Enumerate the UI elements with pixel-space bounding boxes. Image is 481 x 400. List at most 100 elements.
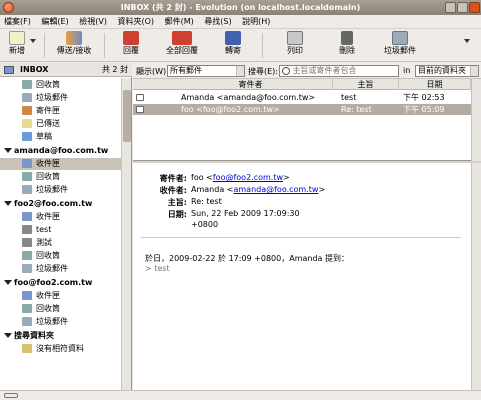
folder-no-match[interactable]: 沒有相符資料 (0, 343, 122, 355)
to-email-link[interactable]: amanda@foo.com.tw (233, 185, 318, 194)
column-date[interactable]: 日期 (399, 79, 471, 90)
column-subject[interactable]: 主旨 (333, 79, 399, 90)
message-list-header: 寄件者 主旨 日期 (133, 79, 471, 90)
message-preview: 寄件者: foo <foo@foo2.com.tw> 收件者: Amanda <… (133, 163, 481, 390)
show-label: 顯示(W): (136, 67, 169, 76)
menu-help[interactable]: 說明(H) (238, 15, 274, 29)
search-input[interactable]: 主旨或寄件者包含 (279, 65, 399, 77)
account-foo[interactable]: foo@foo2.com.tw (0, 277, 122, 289)
sent-icon (22, 119, 32, 128)
expand-icon[interactable] (4, 148, 12, 153)
folder-outbox[interactable]: 寄件匣 (0, 105, 122, 117)
junk-button[interactable]: 垃圾郵件 (380, 31, 420, 60)
folder-trash-foo[interactable]: 回收筒 (0, 303, 122, 315)
body-attribution: 於日，2009-02-22 於 17:09 +0800，Amanda 提到： (145, 254, 349, 263)
account-amanda[interactable]: amanda@foo.com.tw (0, 145, 122, 157)
trash-icon (341, 31, 353, 45)
window-title: INBOX (共 2 封) - Evolution (on localhost.… (120, 3, 361, 12)
toolbar-separator (104, 33, 105, 58)
folder-inbox-amanda[interactable]: 收件匣 (0, 158, 122, 170)
toolbar-overflow-button[interactable] (460, 31, 474, 60)
close-icon[interactable] (469, 2, 480, 13)
folder-drafts[interactable]: 草稿 (0, 131, 122, 143)
menu-view[interactable]: 檢視(V) (75, 15, 111, 29)
folder-trash[interactable]: 回收筒 (0, 79, 122, 91)
folder-junk-amanda[interactable]: 垃圾郵件 (0, 184, 122, 196)
junk-icon (392, 31, 408, 45)
window-menu-icon[interactable] (3, 2, 14, 13)
new-dropdown-button[interactable] (30, 31, 40, 60)
chevron-down-icon (470, 66, 478, 76)
folder-inbox-foo[interactable]: 收件匣 (0, 290, 122, 302)
message-list: 寄件者 主旨 日期 Amanda <amanda@foo.com.tw> tes… (133, 79, 481, 161)
trash-icon (22, 80, 32, 89)
message-list-scrollbar[interactable] (471, 79, 481, 161)
folder-trash-amanda[interactable]: 回收筒 (0, 171, 122, 183)
search-bar: 顯示(W): 所有郵件 搜尋(E): 主旨或寄件者包含 in 目前的資料夾 (133, 63, 481, 79)
title-bar: INBOX (共 2 封) - Evolution (on localhost.… (0, 0, 481, 15)
menu-edit[interactable]: 編輯(E) (37, 15, 72, 29)
folder-trash-foo2[interactable]: 回收筒 (0, 250, 122, 262)
send-receive-button[interactable]: 傳送/接收 (52, 31, 96, 60)
toolbar-separator (262, 33, 263, 58)
subject-value: Re: test (191, 197, 222, 206)
outbox-icon (22, 106, 32, 115)
forward-button[interactable]: 轉寄 (218, 31, 248, 60)
toolbar-separator (44, 33, 45, 58)
printer-icon (287, 31, 303, 45)
new-mail-icon (9, 31, 25, 45)
maximize-icon[interactable] (457, 2, 468, 13)
account-foo2[interactable]: foo2@foo.com.tw (0, 198, 122, 210)
from-email-link[interactable]: foo@foo2.com.tw (213, 173, 283, 182)
reply-button[interactable]: 回覆 (116, 31, 146, 60)
new-button[interactable]: 新增 (2, 31, 32, 60)
send-receive-icon (66, 31, 82, 45)
reply-all-button[interactable]: 全部回覆 (160, 31, 204, 60)
folder-inbox-foo2[interactable]: 收件匣 (0, 211, 122, 223)
print-button[interactable]: 列印 (280, 31, 310, 60)
inbox-icon (4, 66, 14, 74)
folder-scrollbar[interactable] (121, 78, 131, 390)
folder-test-foo2[interactable]: test (0, 224, 122, 236)
inbox-icon (22, 291, 32, 300)
from-label: 寄件者: (159, 174, 187, 183)
date-value: Sun, 22 Feb 2009 17:09:30 (191, 209, 300, 218)
folder-junk[interactable]: 垃圾郵件 (0, 92, 122, 104)
menu-search[interactable]: 尋找(S) (200, 15, 235, 29)
folder-junk-foo2[interactable]: 垃圾郵件 (0, 263, 122, 275)
message-row-selected[interactable]: foo <foo@foo2.com.tw> Re: test 下午 05:09 (133, 104, 471, 115)
search-scope-select[interactable]: 目前的資料夾 (415, 65, 479, 77)
minimize-icon[interactable] (445, 2, 456, 13)
online-status-icon[interactable] (4, 393, 18, 398)
folder-header: INBOX 共 2 封 (0, 63, 132, 77)
inbox-icon (22, 212, 32, 221)
chevron-down-icon (30, 39, 36, 43)
in-label: in (403, 66, 411, 75)
trash-icon (22, 251, 32, 260)
menu-folder[interactable]: 資料夾(O) (114, 15, 159, 29)
show-filter-select[interactable]: 所有郵件 (167, 65, 245, 77)
scrollbar-thumb[interactable] (123, 90, 131, 142)
search-icon (282, 66, 290, 75)
folder-icon (22, 238, 32, 247)
current-folder-title: INBOX (20, 65, 49, 74)
forward-icon (225, 31, 241, 45)
folder-ceshi-foo2[interactable]: 測試 (0, 237, 122, 249)
menu-bar: 檔案(F) 編輯(E) 檢視(V) 資料夾(O) 郵件(M) 尋找(S) 說明(… (0, 15, 481, 29)
menu-file[interactable]: 檔案(F) (0, 15, 35, 29)
folder-sent[interactable]: 已傳送 (0, 118, 122, 130)
junk-icon (22, 264, 32, 273)
expand-icon[interactable] (4, 201, 12, 206)
trash-icon (22, 304, 32, 313)
drafts-icon (22, 132, 32, 141)
search-folders[interactable]: 搜尋資料夾 (0, 330, 122, 342)
folder-junk-foo[interactable]: 垃圾郵件 (0, 316, 122, 328)
expand-icon[interactable] (4, 280, 12, 285)
expand-icon[interactable] (4, 333, 12, 338)
message-row[interactable]: Amanda <amanda@foo.com.tw> test 下午 02:53 (133, 92, 471, 103)
delete-button[interactable]: 刪除 (332, 31, 362, 60)
menu-message[interactable]: 郵件(M) (161, 15, 198, 29)
column-from[interactable]: 寄件者 (169, 79, 333, 90)
to-label: 收件者: (159, 186, 187, 195)
preview-scrollbar[interactable] (471, 163, 481, 390)
